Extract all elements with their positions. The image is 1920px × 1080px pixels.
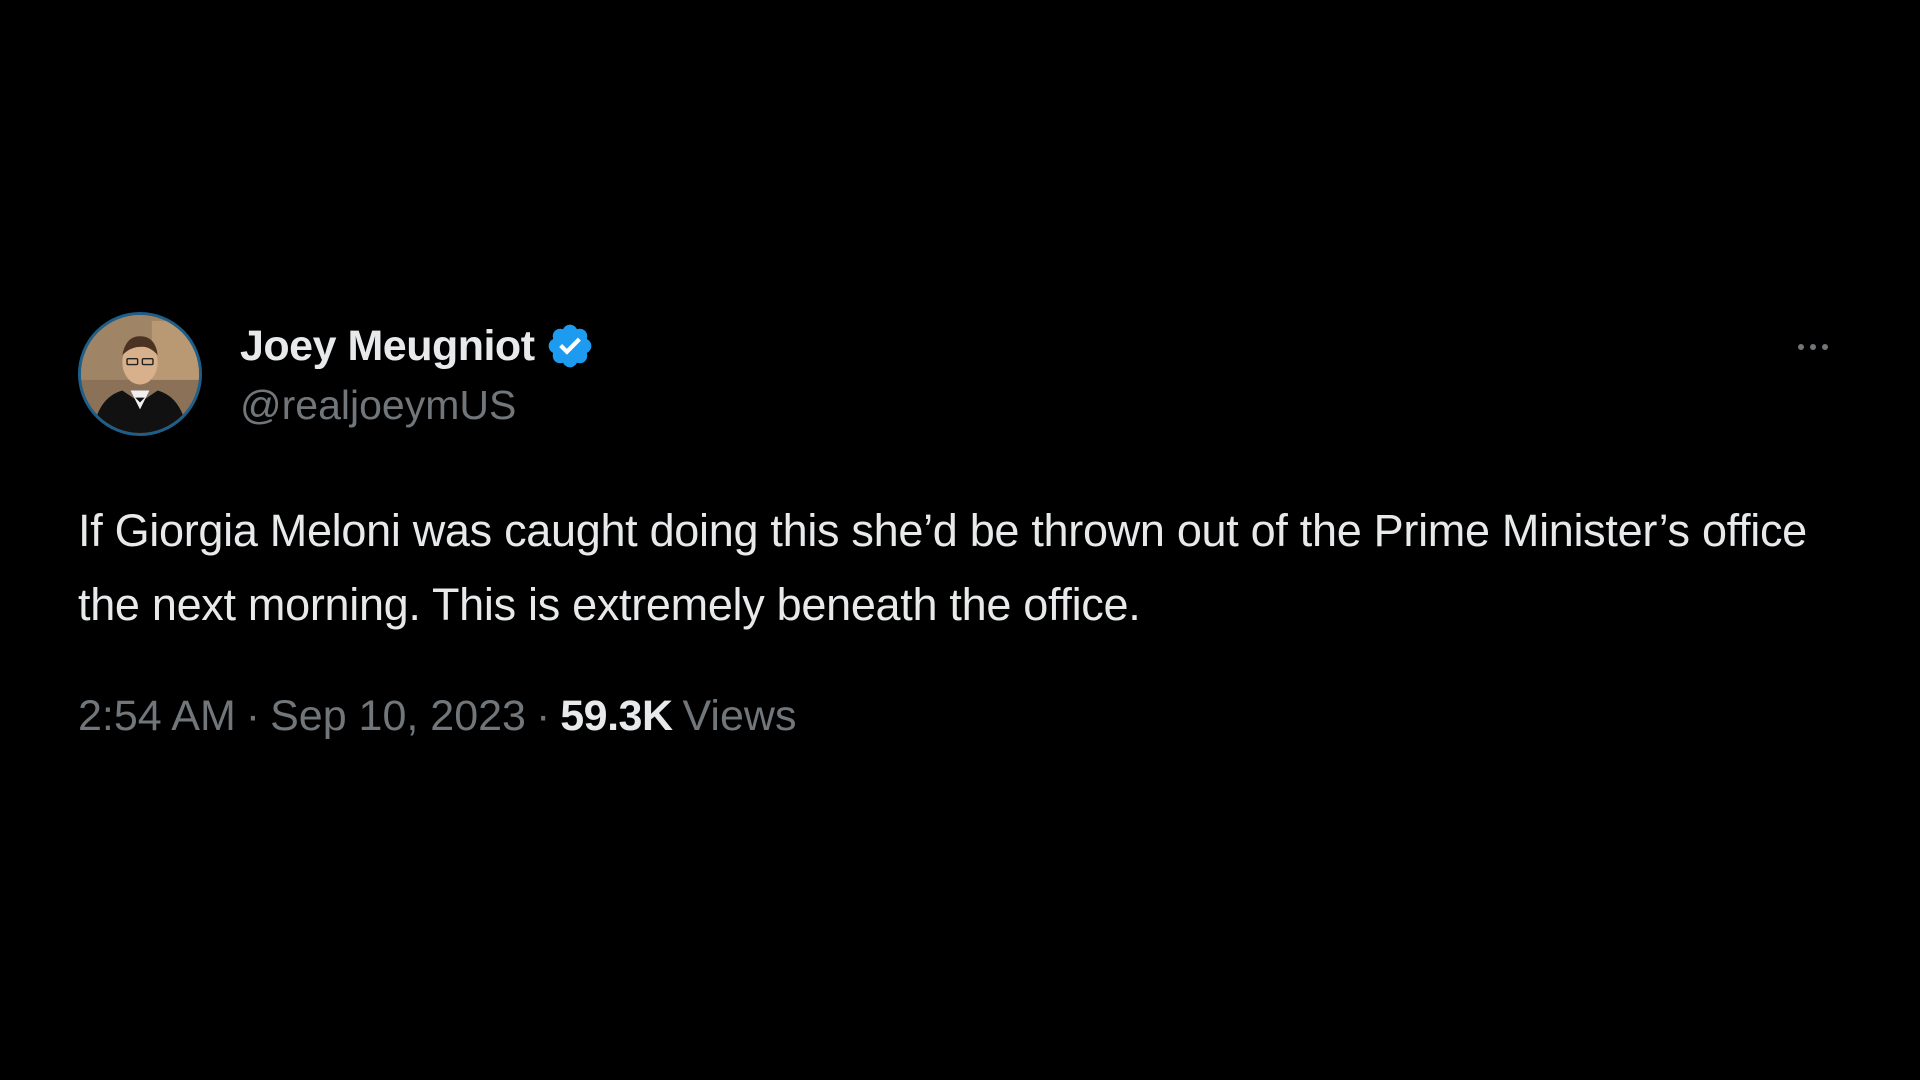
- views-label: Views: [682, 692, 797, 740]
- author-handle[interactable]: @realjoeymUS: [240, 376, 595, 434]
- more-dot: [1822, 344, 1828, 350]
- author-info: Joey Meugniot @realjoeymUS: [240, 316, 595, 434]
- more-dot: [1810, 344, 1816, 350]
- tweet-time[interactable]: 2:54 AM: [78, 692, 236, 741]
- tweet-meta: 2:54 AM · Sep 10, 2023 · 59.3K Views: [78, 692, 796, 741]
- tweet-card: Joey Meugniot @realjoeymUS If Giorgia Me…: [78, 312, 1848, 752]
- more-dot: [1798, 344, 1804, 350]
- meta-separator: ·: [245, 692, 261, 740]
- author-display-name[interactable]: Joey Meugniot: [240, 322, 535, 371]
- tweet-text: If Giorgia Meloni was caught doing this …: [78, 505, 1807, 630]
- author-avatar[interactable]: [78, 312, 202, 436]
- meta-separator: ·: [535, 692, 551, 740]
- more-options-icon[interactable]: [1783, 332, 1843, 362]
- author-name-row: Joey Meugniot: [240, 316, 595, 376]
- tweet-date[interactable]: Sep 10, 2023: [270, 692, 526, 741]
- views-count[interactable]: 59.3K: [560, 692, 673, 741]
- verified-badge-icon[interactable]: [545, 321, 595, 371]
- avatar-photo-icon: [81, 315, 199, 433]
